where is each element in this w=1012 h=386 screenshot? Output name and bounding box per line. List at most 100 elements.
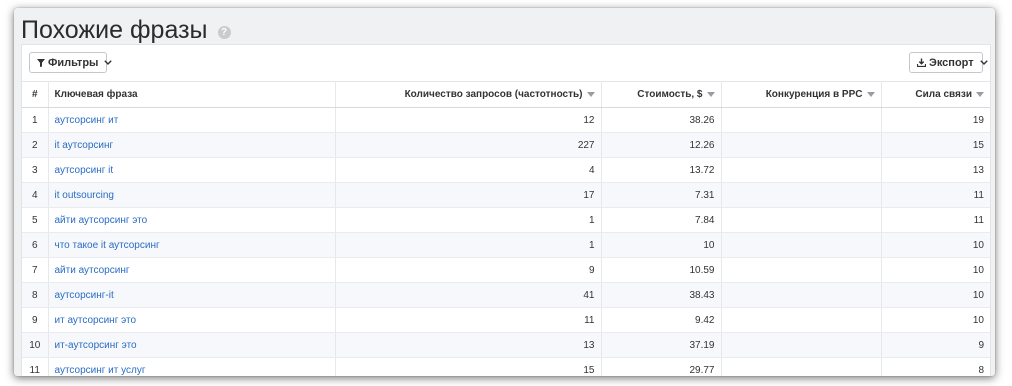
row-number: 5: [22, 207, 49, 233]
queries-cell: 227: [335, 132, 602, 158]
ppc-cell: [721, 207, 882, 233]
phrase-cell: аутсорсинг ит: [48, 107, 336, 133]
column-header-ppc-label: Конкуренция в PPC: [765, 89, 863, 101]
ppc-cell: [721, 132, 882, 158]
ppc-cell: [721, 107, 882, 133]
phrase-cell: аутсорсинг it: [48, 157, 336, 183]
sort-caret-icon: [706, 89, 715, 100]
chevron-down-icon: [979, 60, 988, 65]
row-number: 10: [22, 332, 49, 358]
strength-cell: 15: [881, 132, 990, 158]
ppc-cell: [721, 282, 882, 308]
strength-cell: 10: [881, 282, 990, 308]
table-row: 10 ит-аутсорсинг это 13 37.19 9: [22, 332, 990, 358]
queries-cell: 17: [335, 182, 602, 208]
phrase-link[interactable]: ит аутсорсинг это: [55, 315, 137, 326]
phrase-cell: ит аутсорсинг это: [48, 307, 336, 333]
chevron-down-icon: [104, 60, 113, 65]
strength-cell: 11: [881, 207, 990, 233]
table-row: 3 аутсорсинг it 4 13.72 13: [22, 157, 990, 183]
queries-cell: 4: [335, 157, 602, 183]
cost-cell: 7.84: [601, 207, 722, 233]
table-row: 4 it outsourcing 17 7.31 11: [22, 182, 990, 208]
column-header-queries[interactable]: Количество запросов (частотность): [335, 81, 602, 108]
strength-cell: 10: [881, 257, 990, 283]
phrase-link[interactable]: айти аутсорсинг это: [55, 215, 148, 226]
column-header-queries-label: Количество запросов (частотность): [404, 89, 583, 101]
cost-cell: 7.31: [601, 182, 722, 208]
page-title: Похожие фразы: [21, 15, 208, 44]
phrases-table: # Ключевая фраза Количество запросов (ча…: [22, 81, 990, 376]
cost-cell: 12.26: [601, 132, 722, 158]
help-icon[interactable]: ?: [217, 25, 231, 39]
phrase-link[interactable]: it outsourcing: [55, 190, 114, 201]
phrase-link[interactable]: айти аутсорсинг: [55, 265, 130, 276]
phrase-link[interactable]: it аутсорсинг: [55, 140, 114, 151]
title-row: Похожие фразы ?: [21, 13, 231, 47]
column-header-cost-label: Стоимость, $: [637, 89, 703, 101]
column-header-strength-label: Сила связи: [915, 89, 972, 101]
filter-icon: [37, 58, 45, 67]
strength-cell: 10: [881, 232, 990, 258]
row-number: 11: [22, 357, 49, 376]
ppc-cell: [721, 182, 882, 208]
table-row: 5 айти аутсорсинг это 1 7.84 11: [22, 207, 990, 233]
phrase-cell: айти аутсорсинг: [48, 257, 336, 283]
phrase-link[interactable]: аутсорсинг ит: [55, 115, 119, 126]
sort-caret-icon: [866, 89, 875, 100]
export-button-label: Экспорт: [929, 56, 974, 69]
queries-cell: 12: [335, 107, 602, 133]
ppc-cell: [721, 357, 882, 376]
queries-cell: 11: [335, 307, 602, 333]
cost-cell: 10.59: [601, 257, 722, 283]
similar-phrases-window: Похожие фразы ? Фильтры Экспорт # Ключев…: [14, 8, 995, 376]
ppc-cell: [721, 232, 882, 258]
queries-cell: 1: [335, 207, 602, 233]
column-header-ppc[interactable]: Конкуренция в PPC: [721, 81, 882, 108]
row-number: 8: [22, 282, 49, 308]
queries-cell: 41: [335, 282, 602, 308]
phrase-link[interactable]: ит-аутсорсинг это: [55, 340, 137, 351]
ppc-cell: [721, 332, 882, 358]
strength-cell: 13: [881, 157, 990, 183]
filter-button[interactable]: Фильтры: [29, 52, 113, 73]
cost-cell: 9.42: [601, 307, 722, 333]
export-button[interactable]: Экспорт: [909, 52, 988, 73]
queries-cell: 9: [335, 257, 602, 283]
row-number: 7: [22, 257, 49, 283]
column-header-phrase[interactable]: Ключевая фраза: [48, 81, 336, 108]
ppc-cell: [721, 157, 882, 183]
queries-cell: 15: [335, 357, 602, 376]
cost-cell: 38.43: [601, 282, 722, 308]
cost-cell: 13.72: [601, 157, 722, 183]
results-panel: Фильтры Экспорт # Ключевая фраза Количес…: [21, 44, 991, 376]
strength-cell: 19: [881, 107, 990, 133]
phrase-link[interactable]: аутсорсинг it: [55, 165, 114, 176]
column-header-strength[interactable]: Сила связи: [881, 81, 990, 108]
table-row: 1 аутсорсинг ит 12 38.26 19: [22, 107, 990, 133]
phrase-link[interactable]: что такое it аутсорсинг: [55, 240, 160, 251]
ppc-cell: [721, 307, 882, 333]
toolbar: Фильтры Экспорт: [22, 45, 990, 81]
row-number: 2: [22, 132, 49, 158]
sort-caret-icon: [586, 89, 595, 100]
row-number: 9: [22, 307, 49, 333]
column-header-cost[interactable]: Стоимость, $: [601, 81, 722, 108]
filter-button-label: Фильтры: [48, 56, 99, 69]
table-row: 11 аутсорсинг ит услуг 15 29.77 8: [22, 357, 990, 376]
cost-cell: 10: [601, 232, 722, 258]
phrase-link[interactable]: аутсорсинг ит услуг: [55, 365, 146, 376]
strength-cell: 8: [881, 357, 990, 376]
row-number: 3: [22, 157, 49, 183]
table-row: 6 что такое it аутсорсинг 1 10 10: [22, 232, 990, 258]
sort-caret-icon: [976, 89, 984, 100]
cost-cell: 37.19: [601, 332, 722, 358]
phrase-link[interactable]: аутсорсинг-it: [55, 290, 114, 301]
table-row: 7 айти аутсорсинг 9 10.59 10: [22, 257, 990, 283]
column-header-phrase-label: Ключевая фраза: [54, 89, 138, 100]
strength-cell: 10: [881, 307, 990, 333]
phrase-cell: ит-аутсорсинг это: [48, 332, 336, 358]
table-row: 2 it аутсорсинг 227 12.26 15: [22, 132, 990, 158]
row-number: 4: [22, 182, 49, 208]
cost-cell: 29.77: [601, 357, 722, 376]
